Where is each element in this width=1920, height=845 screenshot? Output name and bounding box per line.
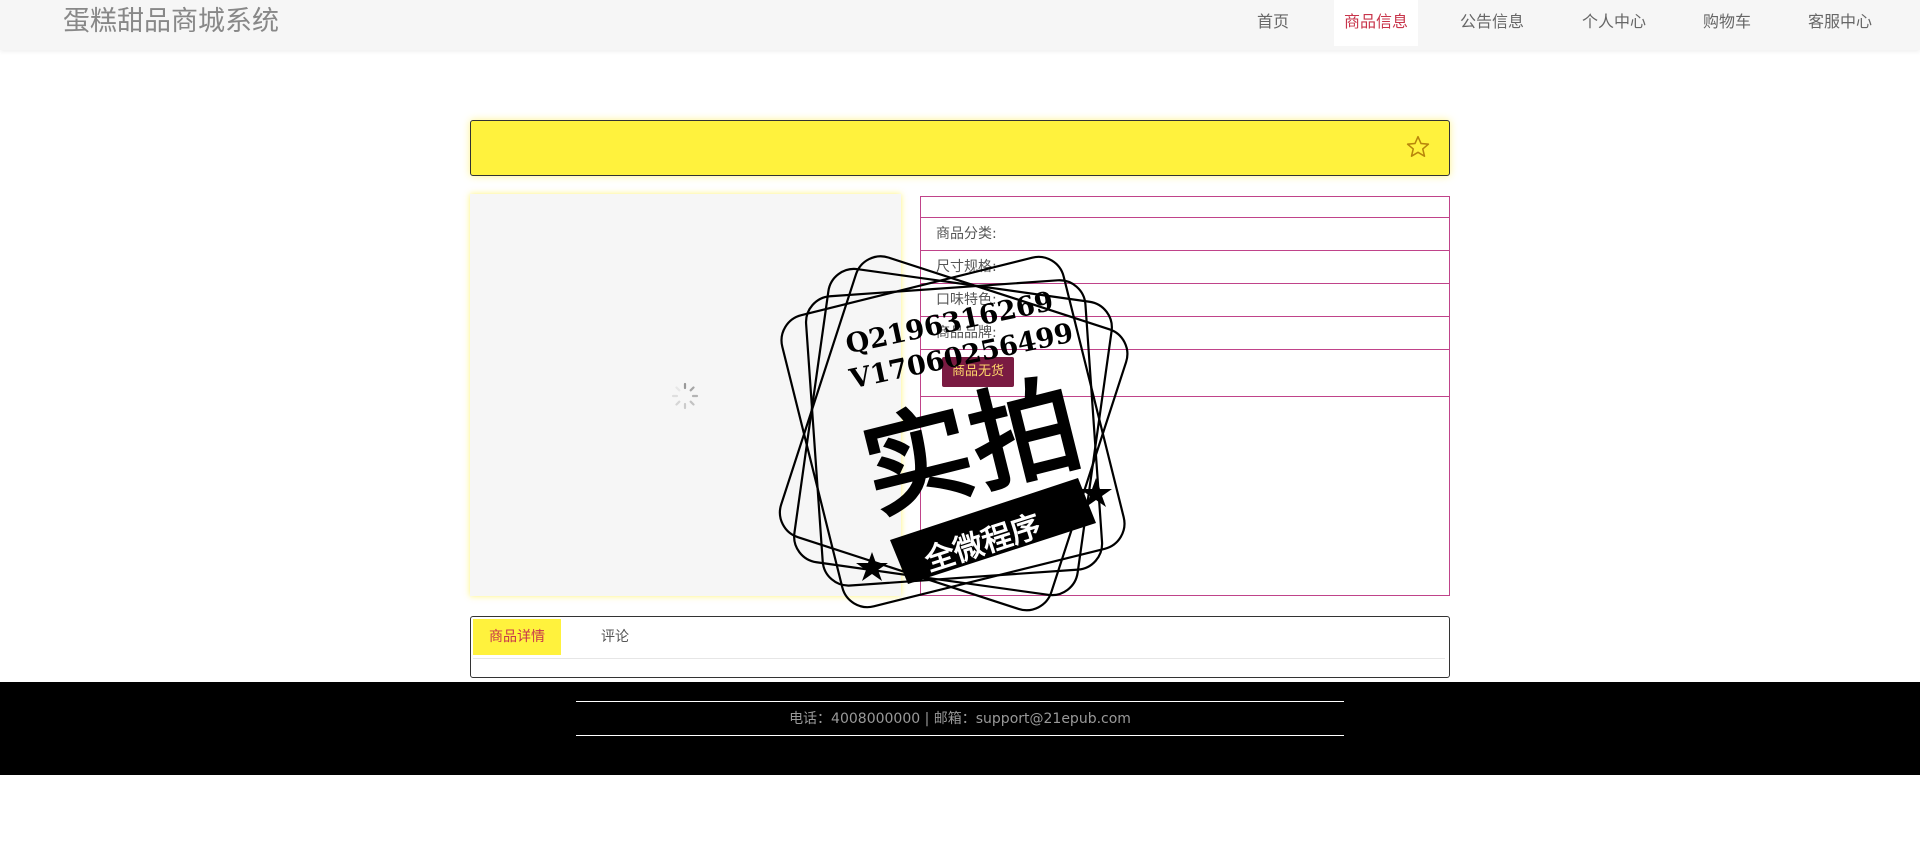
tab-divider xyxy=(473,658,1445,659)
footer-divider-bottom xyxy=(576,735,1344,736)
nav-cart[interactable]: 购物车 xyxy=(1690,0,1764,46)
top-navbar: 蛋糕甜品商城系统 首页 商品信息 公告信息 个人中心 购物车 客服中心 xyxy=(0,0,1920,50)
product-title-bar xyxy=(470,120,1450,176)
nav-home[interactable]: 首页 xyxy=(1240,0,1306,46)
footer-contact: 电话：4008000000 | 邮箱：support@21epub.com xyxy=(789,711,1131,727)
nav-customer-service[interactable]: 客服中心 xyxy=(1794,0,1886,46)
info-row-header xyxy=(921,197,1449,218)
tab-comments[interactable]: 评论 xyxy=(585,619,645,655)
tab-product-details[interactable]: 商品详情 xyxy=(473,619,561,655)
nav-products[interactable]: 商品信息 xyxy=(1334,0,1418,46)
nav-announcements[interactable]: 公告信息 xyxy=(1446,0,1538,46)
watermark-stamp: Q2196316269 V17060256499 实拍 全微程序 xyxy=(740,240,1180,650)
loading-spinner-icon xyxy=(671,382,699,410)
nav-profile[interactable]: 个人中心 xyxy=(1568,0,1660,46)
footer-divider-top xyxy=(576,701,1344,702)
star-outline-icon[interactable] xyxy=(1405,134,1431,160)
site-brand[interactable]: 蛋糕甜品商城系统 xyxy=(63,5,279,39)
site-footer: 电话：4008000000 | 邮箱：support@21epub.com xyxy=(0,682,1920,775)
